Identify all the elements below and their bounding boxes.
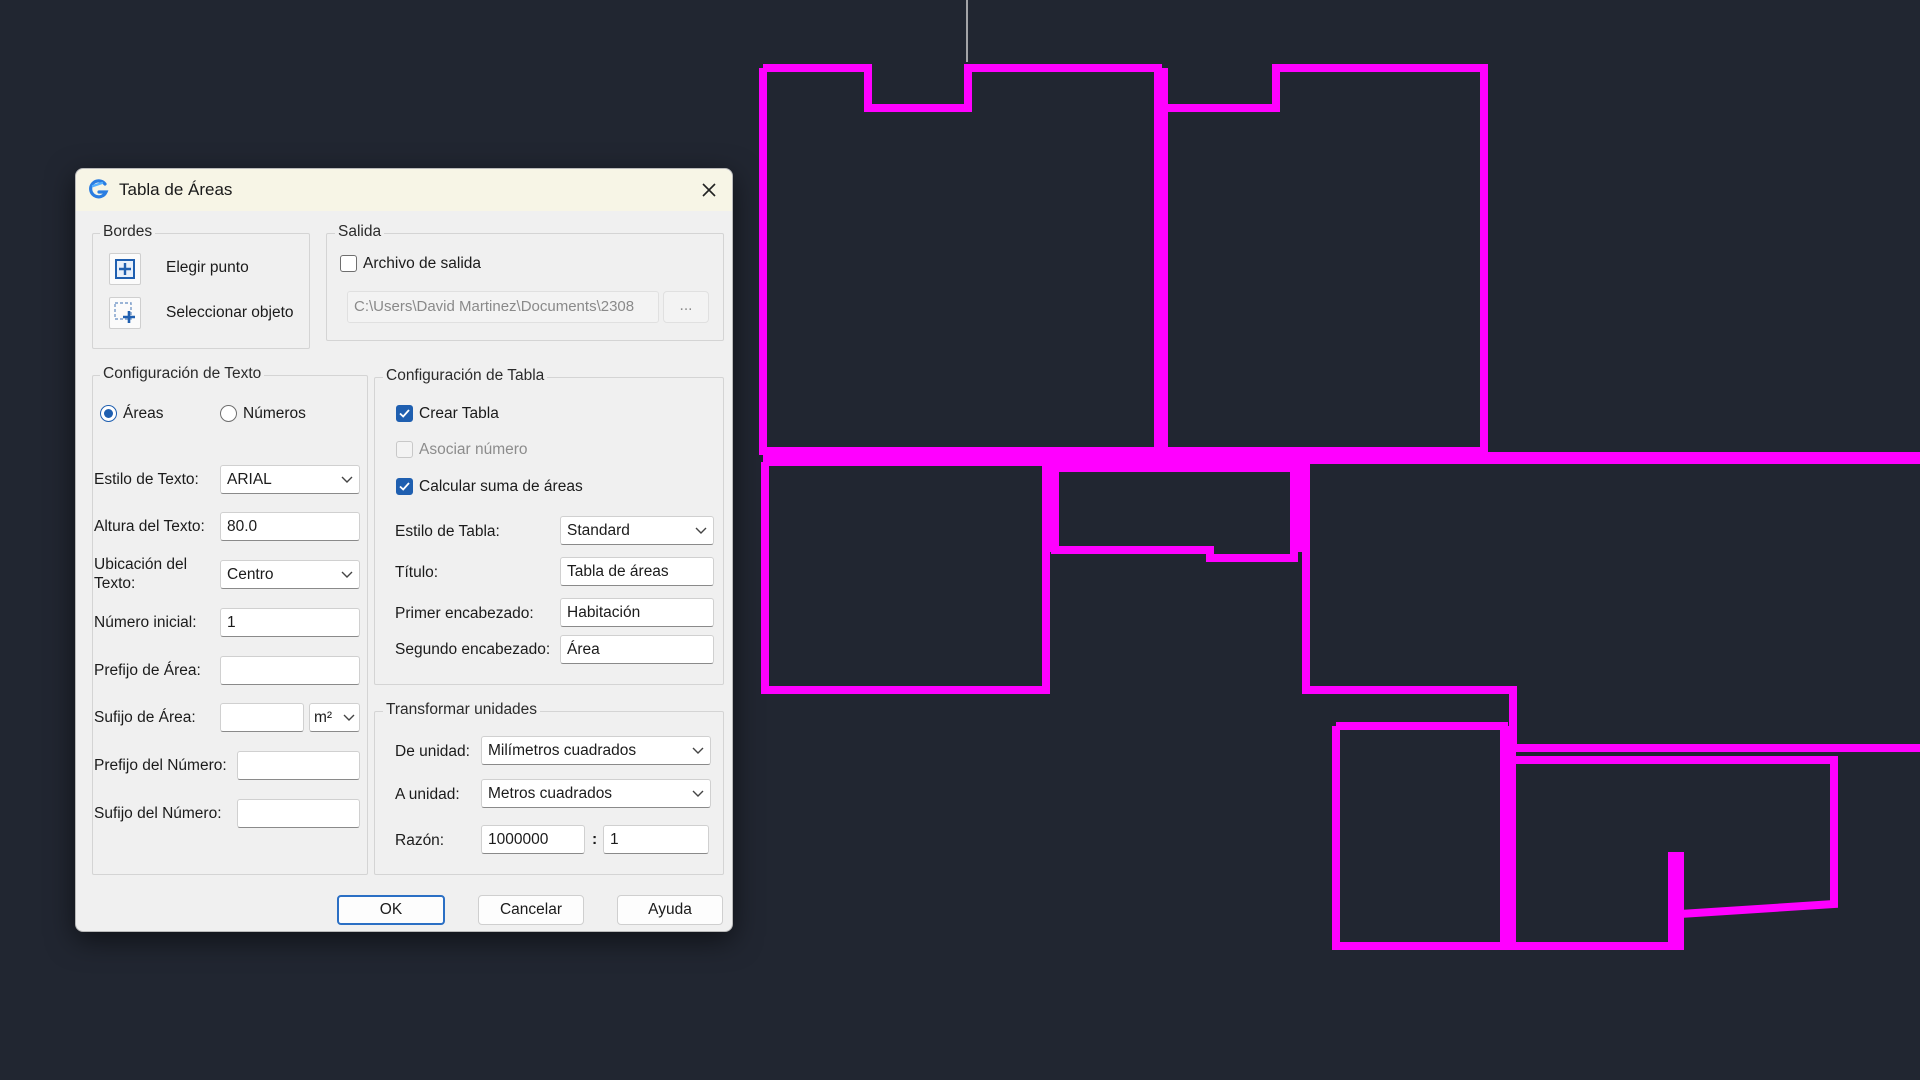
ratio-right-input[interactable]: 1 — [603, 825, 709, 854]
start-number-label: Número inicial: — [94, 614, 197, 631]
area-suffix-label: Sufijo de Área: — [94, 709, 196, 726]
browse-label: ... — [679, 297, 693, 314]
bordes-label: Bordes — [100, 223, 156, 241]
table-title-value: Tabla de áreas — [567, 563, 669, 580]
pick-point-button[interactable] — [109, 253, 141, 285]
output-file-checkbox[interactable] — [340, 255, 357, 272]
second-header-input[interactable]: Área — [560, 635, 714, 664]
to-unit-label: A unidad: — [395, 786, 460, 803]
output-path-value: C:\Users\David Martinez\Documents\2308 — [354, 298, 635, 315]
help-label: Ayuda — [648, 901, 692, 918]
area-prefix-input[interactable] — [220, 656, 360, 685]
select-object-button[interactable] — [109, 297, 141, 329]
tabla-areas-dialog: Tabla de Áreas Bordes Elegir punto Selec… — [75, 168, 733, 932]
table-title-input[interactable]: Tabla de áreas — [560, 557, 714, 586]
area-unit-select[interactable]: m² — [309, 703, 360, 732]
cancel-label: Cancelar — [499, 901, 563, 918]
chevron-down-icon — [341, 476, 353, 483]
first-header-label: Primer encabezado: — [395, 605, 534, 622]
numbers-radio[interactable] — [220, 405, 237, 422]
bordes-group — [92, 233, 310, 349]
start-number-value: 1 — [227, 614, 236, 631]
to-unit-select[interactable]: Metros cuadrados — [481, 779, 711, 808]
output-path-field: C:\Users\David Martinez\Documents\2308 — [347, 291, 659, 323]
chevron-down-icon — [341, 571, 353, 578]
select-object-label[interactable]: Seleccionar objeto — [166, 304, 294, 322]
number-prefix-input[interactable] — [237, 751, 360, 780]
area-suffix-input[interactable] — [220, 703, 304, 732]
first-header-input[interactable]: Habitación — [560, 598, 714, 627]
text-style-label: Estilo de Texto: — [94, 471, 199, 488]
create-table-label[interactable]: Crear Tabla — [419, 405, 499, 423]
associate-number-checkbox — [396, 441, 413, 458]
start-number-input[interactable]: 1 — [220, 608, 360, 637]
chevron-down-icon — [692, 747, 704, 754]
help-button[interactable]: Ayuda — [617, 895, 723, 925]
cancel-button[interactable]: Cancelar — [478, 895, 584, 925]
dialog-titlebar[interactable]: Tabla de Áreas — [76, 169, 732, 211]
dialog-title: Tabla de Áreas — [119, 180, 233, 199]
area-unit-value: m² — [314, 709, 333, 726]
first-header-value: Habitación — [567, 604, 641, 621]
areas-radio-label[interactable]: Áreas — [123, 405, 164, 423]
second-header-value: Área — [567, 641, 600, 658]
number-suffix-input[interactable] — [237, 799, 360, 828]
associate-number-label: Asociar número — [419, 441, 528, 458]
app-logo-icon — [88, 179, 110, 201]
chevron-down-icon — [343, 714, 355, 721]
ratio-label: Razón: — [395, 832, 445, 849]
number-prefix-label: Prefijo del Número: — [94, 757, 227, 774]
text-style-value: ARIAL — [227, 471, 272, 488]
pick-point-label[interactable]: Elegir punto — [166, 259, 249, 277]
text-height-input[interactable]: 80.0 — [220, 512, 360, 541]
close-icon[interactable] — [692, 173, 726, 207]
pick-point-icon — [115, 259, 135, 279]
sum-areas-checkbox[interactable] — [396, 478, 413, 495]
from-unit-value: Milímetros cuadrados — [488, 742, 637, 759]
output-file-label[interactable]: Archivo de salida — [363, 255, 481, 273]
ok-button[interactable]: OK — [337, 895, 445, 925]
salida-group — [326, 233, 724, 341]
ratio-left-input[interactable]: 1000000 — [481, 825, 585, 854]
text-config-label: Configuración de Texto — [100, 365, 265, 383]
salida-label: Salida — [335, 223, 385, 241]
ok-label: OK — [379, 901, 403, 918]
text-height-value: 80.0 — [227, 518, 258, 535]
to-unit-value: Metros cuadrados — [488, 785, 613, 802]
table-style-label: Estilo de Tabla: — [395, 523, 500, 540]
sum-areas-label[interactable]: Calcular suma de áreas — [419, 478, 583, 496]
ratio-right-value: 1 — [610, 831, 619, 848]
second-header-label: Segundo encabezado: — [395, 641, 551, 658]
text-height-label: Altura del Texto: — [94, 518, 205, 535]
text-style-select[interactable]: ARIAL — [220, 465, 360, 494]
units-label: Transformar unidades — [383, 701, 541, 719]
room-top-right — [1160, 64, 1488, 455]
room-top-left — [759, 64, 1162, 455]
create-table-checkbox[interactable] — [396, 405, 413, 422]
select-object-icon — [114, 302, 135, 323]
text-location-select[interactable]: Centro — [220, 560, 360, 589]
text-location-value: Centro — [227, 566, 274, 583]
ratio-separator: : — [592, 831, 598, 848]
table-config-label: Configuración de Tabla — [383, 367, 548, 385]
room-bottom-right-outline — [1302, 462, 1920, 752]
room-lower-left — [1332, 722, 1508, 950]
number-suffix-label: Sufijo del Número: — [94, 805, 222, 822]
table-title-label: Título: — [395, 564, 439, 581]
browse-button: ... — [663, 291, 709, 323]
numbers-radio-label[interactable]: Números — [243, 405, 306, 423]
ratio-left-value: 1000000 — [488, 831, 549, 848]
chevron-down-icon — [692, 790, 704, 797]
from-unit-select[interactable]: Milímetros cuadrados — [481, 736, 711, 765]
chevron-down-icon — [695, 527, 707, 534]
areas-radio[interactable] — [100, 405, 117, 422]
text-location-label: Ubicación del Texto: — [94, 556, 188, 592]
from-unit-label: De unidad: — [395, 743, 470, 760]
room-bottom-left — [761, 458, 1050, 694]
area-prefix-label: Prefijo de Área: — [94, 662, 201, 679]
table-style-value: Standard — [567, 522, 630, 539]
table-style-select[interactable]: Standard — [560, 516, 714, 545]
room-center-small — [1051, 464, 1298, 562]
